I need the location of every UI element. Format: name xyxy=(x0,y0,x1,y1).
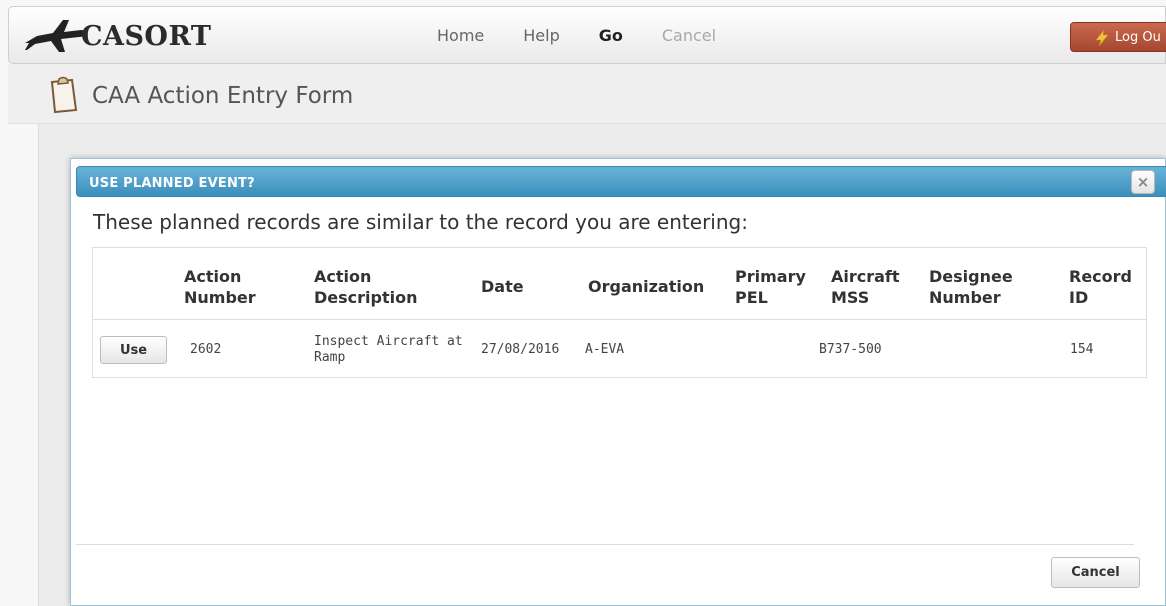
column-header-aircraft-mss: Aircraft MSS xyxy=(831,266,900,308)
column-header-organization: Organization xyxy=(588,276,704,297)
column-header-line: Action xyxy=(184,267,242,286)
column-header-line: Organization xyxy=(588,277,705,296)
dialog-header: USE PLANNED EVENT? × xyxy=(76,166,1166,197)
top-navbar: CASORT Home Help Go Cancel Log Ou xyxy=(8,6,1166,64)
column-header-action-number: Action Number xyxy=(184,266,256,308)
airplane-icon xyxy=(25,20,86,52)
header-divider xyxy=(93,319,1146,320)
cancel-button[interactable]: Cancel xyxy=(1051,557,1140,588)
cell-action-description: Inspect Aircraft at Ramp xyxy=(314,334,463,366)
cell-aircraft-mss: B737-500 xyxy=(819,342,882,357)
column-header-primary-pel: Primary PEL xyxy=(735,266,806,308)
page-title: CAA Action Entry Form xyxy=(92,83,354,109)
planned-records-table: Action Number Action Description Date Or… xyxy=(92,247,1147,378)
column-header-line: Aircraft xyxy=(831,267,900,286)
planned-event-dialog: USE PLANNED EVENT? × These planned recor… xyxy=(70,158,1166,606)
lightning-icon xyxy=(1095,29,1109,47)
close-button[interactable]: × xyxy=(1131,170,1155,194)
cell-line: Inspect Aircraft at xyxy=(314,334,463,349)
column-header-line: Designee xyxy=(929,267,1013,286)
nav-help-link[interactable]: Help xyxy=(523,26,559,45)
column-header-designee-number: Designee Number xyxy=(929,266,1013,308)
logout-label: Log Ou xyxy=(1115,29,1161,45)
column-header-line: Record xyxy=(1069,267,1132,286)
column-header-line: PEL xyxy=(735,288,768,307)
page-header: CAA Action Entry Form xyxy=(8,64,1166,124)
column-header-line: Action xyxy=(314,267,372,286)
cell-record-id: 154 xyxy=(1070,342,1094,357)
app-name: CASORT xyxy=(81,20,212,52)
dialog-title: USE PLANNED EVENT? xyxy=(89,176,255,191)
cell-date: 27/08/2016 xyxy=(481,342,560,357)
cell-line: Ramp xyxy=(314,350,346,365)
nav-links: Home Help Go Cancel xyxy=(437,26,755,45)
nav-go-link[interactable]: Go xyxy=(599,26,623,45)
cell-organization: A-EVA xyxy=(585,342,625,357)
app-logo[interactable]: CASORT xyxy=(23,14,212,58)
close-icon: × xyxy=(1136,172,1150,191)
column-header-line: Description xyxy=(314,288,418,307)
nav-cancel-link[interactable]: Cancel xyxy=(662,26,716,45)
column-header-line: Number xyxy=(184,288,256,307)
nav-home-link[interactable]: Home xyxy=(437,26,484,45)
column-header-line: Date xyxy=(481,277,524,296)
column-header-line: Primary xyxy=(735,267,806,286)
column-header-date: Date xyxy=(481,276,524,297)
column-header-action-description: Action Description xyxy=(314,266,417,308)
use-button[interactable]: Use xyxy=(100,336,167,364)
column-header-line: ID xyxy=(1069,288,1089,307)
column-header-line: Number xyxy=(929,288,1001,307)
clipboard-icon xyxy=(50,76,78,114)
logout-button[interactable]: Log Ou xyxy=(1070,22,1166,52)
dialog-message: These planned records are similar to the… xyxy=(93,210,748,234)
dialog-footer-divider xyxy=(76,544,1134,545)
column-header-line: MSS xyxy=(831,288,870,307)
cell-action-number: 2602 xyxy=(190,342,222,357)
column-header-record-id: Record ID xyxy=(1069,266,1132,308)
